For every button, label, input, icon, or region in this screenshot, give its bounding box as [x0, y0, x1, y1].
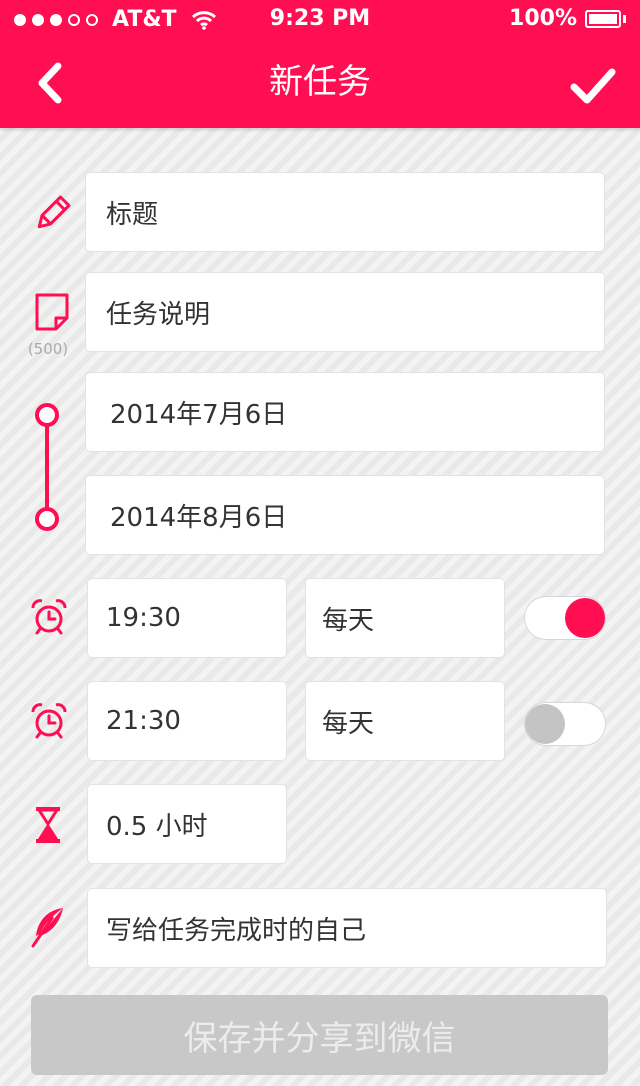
description-placeholder: 任务说明 — [106, 299, 211, 330]
hourglass-icon — [36, 807, 60, 843]
start-date-field[interactable]: 2014年7月6日 — [86, 373, 604, 451]
reminder-1-repeat: 每天 — [322, 605, 375, 636]
reminder-1-toggle[interactable] — [525, 597, 605, 639]
reminder-1-repeat-field[interactable]: 每天 — [306, 579, 504, 657]
note-to-self-placeholder: 写给任务完成时的自己 — [106, 915, 367, 946]
description-char-limit: (500) — [27, 340, 69, 358]
description-input[interactable]: 任务说明 — [86, 273, 604, 351]
page-title: 新任务 — [269, 62, 371, 102]
end-date-value: 2014年8月6日 — [110, 502, 288, 533]
reminder-2-time: 21:30 — [106, 706, 181, 736]
start-date-value: 2014年7月6日 — [110, 399, 288, 430]
battery-icon — [585, 9, 621, 28]
save-and-share-label: 保存并分享到微信 — [183, 1018, 456, 1059]
end-date-field[interactable]: 2014年8月6日 — [86, 476, 604, 554]
reminder-2-repeat-field[interactable]: 每天 — [306, 682, 504, 760]
feather-icon — [31, 908, 63, 948]
duration-value: 0.5 小时 — [106, 811, 208, 842]
duration-field[interactable]: 0.5 小时 — [88, 785, 286, 863]
title-input[interactable]: 标题 — [86, 173, 604, 251]
save-and-share-button[interactable]: 保存并分享到微信 — [31, 995, 608, 1075]
reminder-1-time-field[interactable]: 19:30 — [88, 579, 286, 657]
note-icon — [35, 293, 69, 331]
note-to-self-input[interactable]: 写给任务完成时的自己 — [88, 889, 606, 967]
toggle-knob — [525, 704, 565, 744]
checkmark-icon[interactable] — [568, 60, 618, 110]
alarm-clock-icon — [31, 599, 67, 635]
nav-bar: 新任务 — [0, 40, 640, 128]
battery-percentage: 100% — [509, 6, 577, 31]
battery-tip — [623, 14, 626, 23]
toggle-knob — [565, 598, 605, 638]
reminder-2-time-field[interactable]: 21:30 — [88, 682, 286, 760]
reminder-2-toggle[interactable] — [525, 703, 605, 745]
title-placeholder: 标题 — [106, 199, 159, 230]
reminder-1-time: 19:30 — [106, 603, 181, 633]
reminder-2-repeat: 每天 — [322, 708, 375, 739]
alarm-clock-icon — [31, 703, 67, 739]
status-bar: AT&T 9:23 PM 100% — [0, 0, 640, 40]
timeline-icon — [35, 403, 59, 531]
pencil-icon — [37, 195, 71, 229]
